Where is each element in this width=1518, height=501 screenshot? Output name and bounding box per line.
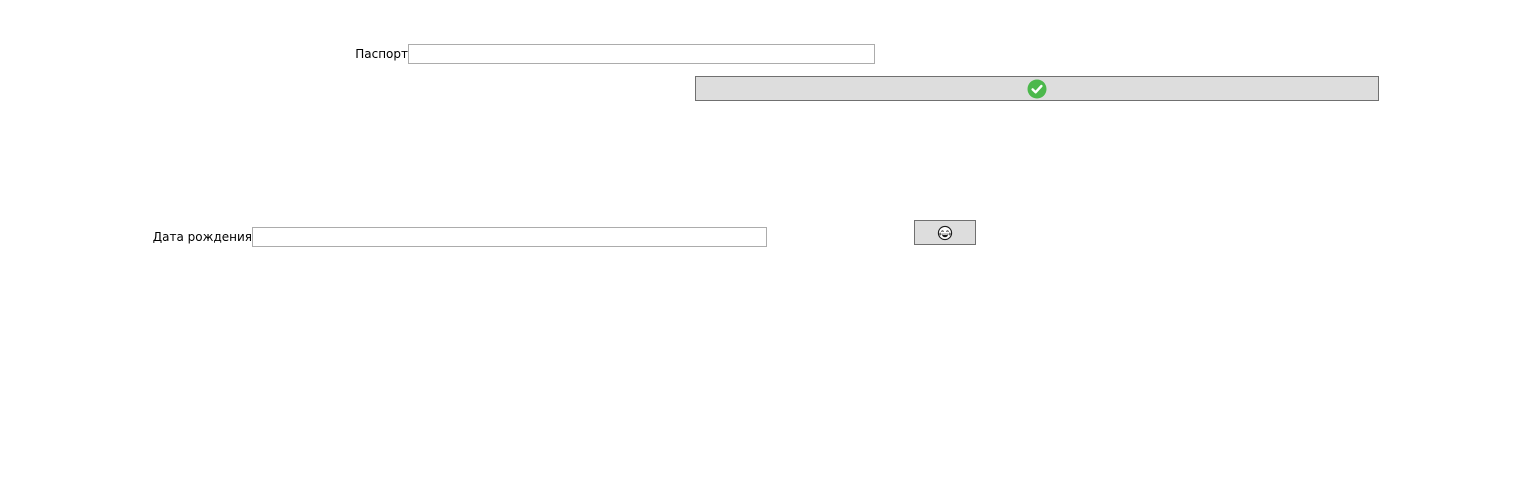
passport-input[interactable] [408,44,875,64]
check-circle-icon [1027,79,1047,99]
birth-date-label: Дата рождения [152,230,252,244]
emoji-button[interactable] [914,220,976,245]
confirm-button[interactable] [695,76,1379,101]
crying-laughing-face-icon [937,225,953,241]
birth-date-input[interactable] [252,227,767,247]
passport-label: Паспорт [355,47,408,61]
